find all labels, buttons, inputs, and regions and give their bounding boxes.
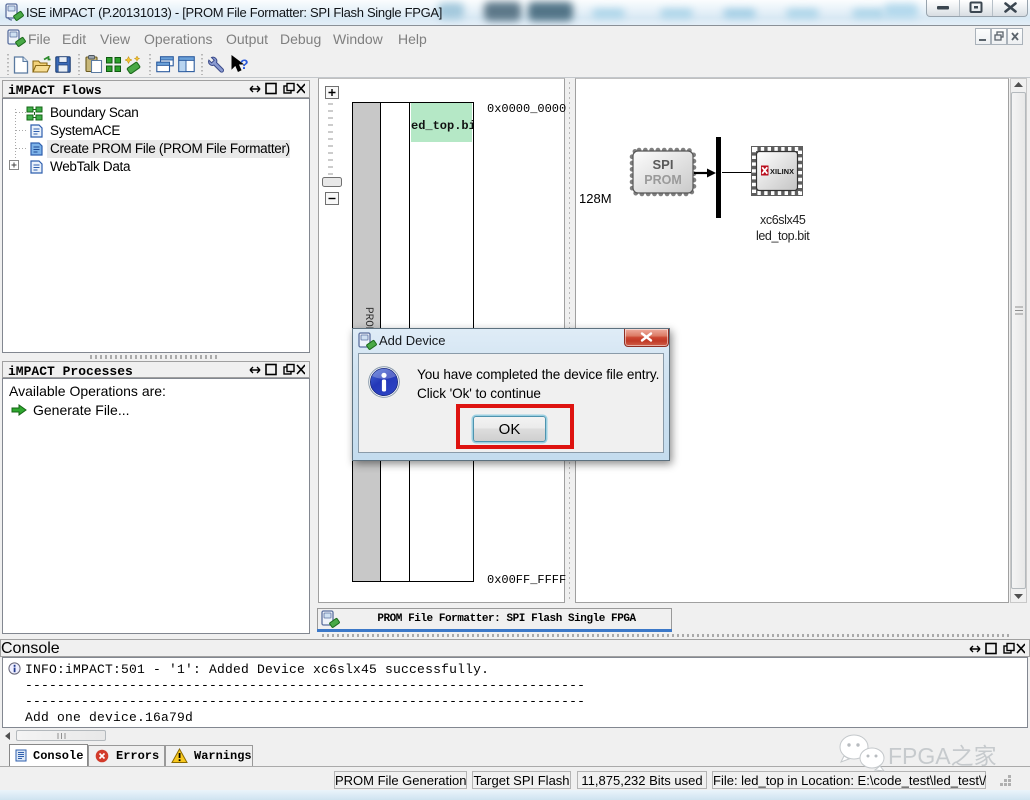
svg-text:XILINX: XILINX (770, 167, 794, 176)
svg-text:SPI: SPI (653, 157, 674, 172)
svg-text:FPGA之家: FPGA之家 (888, 743, 997, 769)
svg-text:?: ? (240, 56, 249, 72)
svg-text:PROM: PROM (644, 173, 682, 187)
